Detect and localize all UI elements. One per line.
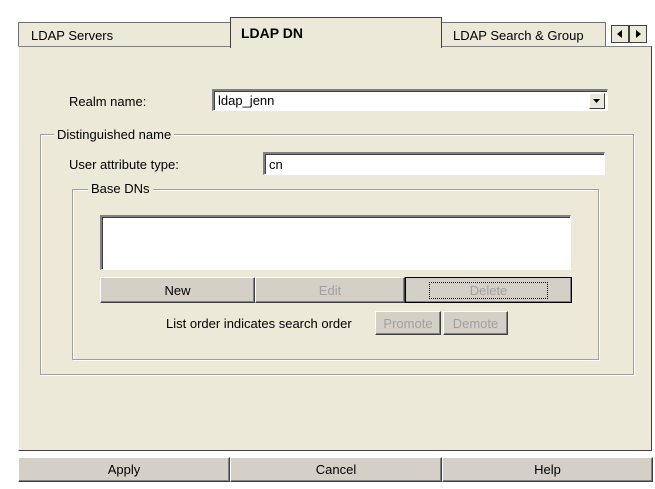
cancel-button[interactable]: Cancel bbox=[230, 457, 442, 482]
tab-ldap-search-group[interactable]: LDAP Search & Group bbox=[440, 22, 606, 47]
tab-label: LDAP Servers bbox=[31, 27, 114, 43]
search-order-label: List order indicates search order bbox=[166, 316, 352, 331]
chevron-down-icon bbox=[593, 99, 600, 103]
realm-name-select[interactable]: ldap_jenn bbox=[212, 89, 608, 111]
new-button[interactable]: New bbox=[100, 277, 255, 303]
user-attribute-label: User attribute type: bbox=[69, 157, 179, 172]
edit-button[interactable]: Edit bbox=[255, 277, 405, 303]
delete-button[interactable]: Delete bbox=[405, 277, 572, 303]
realm-name-label: Realm name: bbox=[69, 94, 147, 109]
tab-ldap-servers[interactable]: LDAP Servers bbox=[18, 22, 232, 47]
demote-button[interactable]: Demote bbox=[443, 311, 508, 335]
help-button[interactable]: Help bbox=[442, 457, 653, 482]
realm-dropdown-button[interactable] bbox=[589, 93, 605, 109]
tab-label: LDAP Search & Group bbox=[453, 27, 584, 43]
apply-button[interactable]: Apply bbox=[18, 457, 230, 482]
tab-label: LDAP DN bbox=[241, 25, 303, 41]
tab-ldap-dn[interactable]: LDAP DN bbox=[230, 17, 442, 48]
realm-name-value: ldap_jenn bbox=[218, 93, 275, 108]
tab-scroll-right-button[interactable] bbox=[629, 25, 647, 43]
base-dns-title: Base DNs bbox=[88, 181, 153, 196]
distinguished-name-title: Distinguished name bbox=[54, 127, 175, 142]
triangle-right-icon bbox=[636, 30, 641, 38]
base-dns-list[interactable] bbox=[100, 215, 571, 270]
user-attribute-input[interactable]: cn bbox=[263, 152, 605, 175]
user-attribute-value: cn bbox=[269, 156, 283, 172]
tab-scroll-left-button[interactable] bbox=[611, 25, 629, 43]
triangle-left-icon bbox=[617, 30, 622, 38]
promote-button[interactable]: Promote bbox=[375, 311, 441, 335]
